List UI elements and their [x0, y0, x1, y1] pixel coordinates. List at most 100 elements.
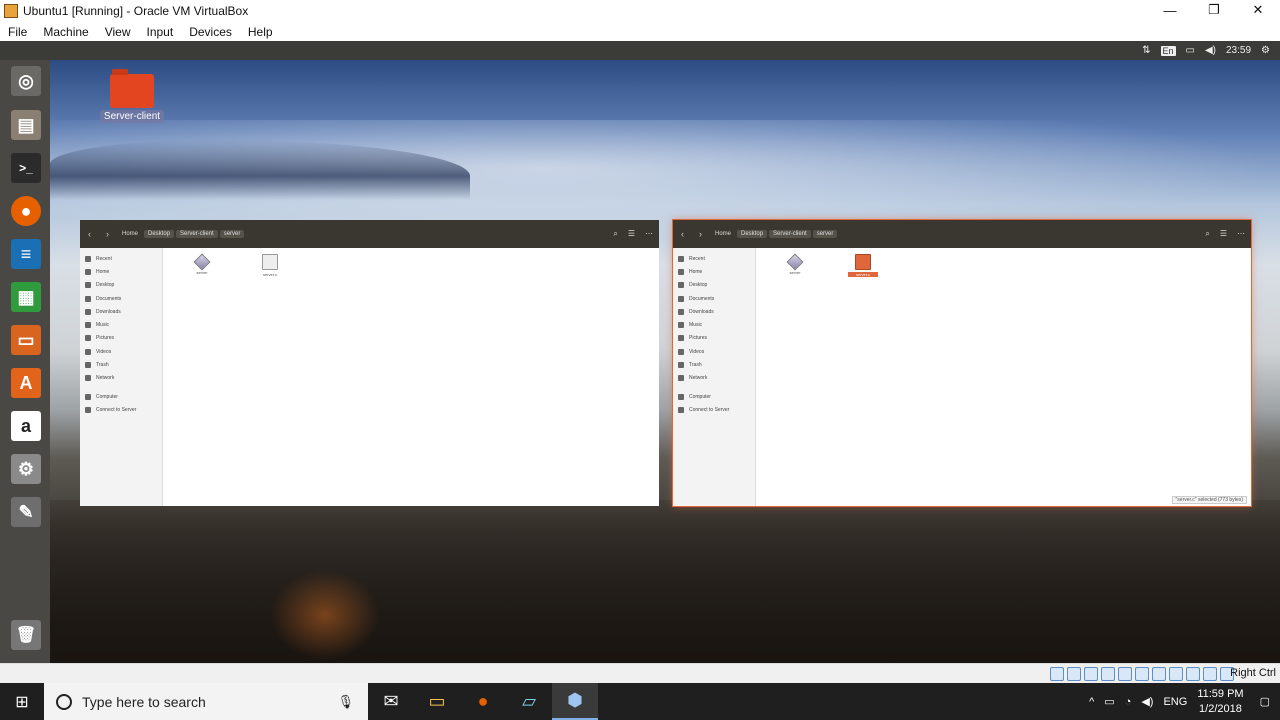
restore-button[interactable]: ❐ [1192, 0, 1236, 20]
sidebar-item-trash[interactable]: Trash [80, 358, 162, 371]
sidebar-item-videos[interactable]: Videos [673, 345, 755, 358]
virtualization-icon[interactable] [1186, 667, 1200, 681]
battery-icon[interactable]: ▭ [1104, 695, 1114, 708]
breadcrumb-home[interactable]: Home [118, 230, 142, 238]
launcher-settings[interactable]: ⚙ [8, 451, 44, 487]
show-hidden-icons-chevron[interactable]: ^ [1089, 696, 1094, 708]
launcher-terminal[interactable]: >_ [8, 150, 44, 186]
volume-icon[interactable]: ◀) [1141, 695, 1153, 708]
usb-icon[interactable] [1118, 667, 1132, 681]
launcher-files[interactable]: ▤ [8, 107, 44, 143]
breadcrumb-desktop[interactable]: Desktop [737, 230, 768, 238]
taskbar-mail[interactable]: ✉ [368, 683, 414, 720]
mouse-integration-icon[interactable] [1203, 667, 1217, 681]
launcher-writer[interactable]: ≡ [8, 236, 44, 272]
taskbar-search-box[interactable]: Type here to search 🎙 [44, 683, 368, 720]
volume-icon[interactable]: ◀) [1205, 45, 1216, 56]
taskbar-file-explorer[interactable]: ▭ [414, 683, 460, 720]
menu-machine[interactable]: Machine [35, 25, 96, 39]
launcher-impress[interactable]: ▭ [8, 322, 44, 358]
sidebar-item-network[interactable]: Network [80, 372, 162, 385]
sidebar-item-music[interactable]: Music [80, 318, 162, 331]
search-icon[interactable]: ⌕ [613, 229, 617, 239]
sidebar-item-downloads[interactable]: Downloads [80, 305, 162, 318]
close-button[interactable]: ✕ [1236, 0, 1280, 20]
system-settings-icon[interactable]: ⚙ [1261, 45, 1270, 56]
minimize-button[interactable]: — [1148, 0, 1192, 20]
video-capture-icon[interactable] [1169, 667, 1183, 681]
breadcrumb-server[interactable]: server [812, 230, 838, 238]
taskbar-firefox[interactable]: ● [460, 683, 506, 720]
forward-button[interactable]: › [106, 229, 116, 239]
sidebar-item-pictures[interactable]: Pictures [80, 332, 162, 345]
breadcrumb-server[interactable]: server [219, 230, 245, 238]
sidebar-item-downloads[interactable]: Downloads [673, 305, 755, 318]
sidebar-item-recent[interactable]: Recent [673, 252, 755, 265]
file-item[interactable]: server [780, 253, 810, 275]
sidebar-item-videos[interactable]: Videos [80, 345, 162, 358]
sidebar-item-documents[interactable]: Documents [80, 292, 162, 305]
list-view-icon[interactable]: ☰ [628, 229, 635, 239]
menu-file[interactable]: File [0, 25, 35, 39]
breadcrumb-desktop[interactable]: Desktop [144, 230, 175, 238]
sidebar-item-recent[interactable]: Recent [80, 252, 162, 265]
sidebar-item-computer[interactable]: Computer [673, 390, 755, 403]
sidebar-item-documents[interactable]: Documents [673, 292, 755, 305]
breadcrumb-server-client[interactable]: Server-client [769, 230, 811, 238]
menu-view[interactable]: View [97, 25, 139, 39]
breadcrumb-server-client[interactable]: Server-client [176, 230, 218, 238]
sidebar-item-desktop[interactable]: Desktop [80, 279, 162, 292]
launcher-firefox[interactable]: ● [8, 193, 44, 229]
sidebar-item-network[interactable]: Network [673, 372, 755, 385]
file-item[interactable]: server.c [255, 254, 285, 277]
battery-icon[interactable]: ▭ [1186, 45, 1195, 56]
file-item[interactable]: server [187, 253, 217, 275]
menu-input[interactable]: Input [139, 25, 182, 39]
guest-display[interactable]: ⇅ En ▭ ◀) 23:59 ⚙ ◎ ▤ >_ ● ≡ ▦ ▭ A a ⚙ ✎… [0, 41, 1280, 663]
input-language[interactable]: ENG [1163, 696, 1187, 708]
list-view-icon[interactable]: ☰ [1220, 229, 1227, 239]
sidebar-item-connect-to-server[interactable]: Connect to Server [673, 403, 755, 416]
sidebar-item-computer[interactable]: Computer [80, 390, 162, 403]
file-view[interactable]: server server.c [756, 248, 1251, 506]
menu-help[interactable]: Help [240, 25, 281, 39]
file-item-selected[interactable]: server.c [848, 254, 878, 277]
action-center-icon[interactable]: ▢ [1260, 695, 1270, 708]
taskbar-virtualbox[interactable]: ⬢ [552, 683, 598, 720]
audio-icon[interactable] [1084, 667, 1098, 681]
display-icon[interactable] [1152, 667, 1166, 681]
sidebar-item-music[interactable]: Music [673, 318, 755, 331]
menu-icon[interactable]: ⋯ [645, 229, 653, 239]
forward-button[interactable]: › [699, 229, 709, 239]
menu-icon[interactable]: ⋯ [1237, 229, 1245, 239]
launcher-dash[interactable]: ◎ [8, 63, 44, 99]
back-button[interactable]: ‹ [88, 229, 98, 239]
sidebar-item-pictures[interactable]: Pictures [673, 332, 755, 345]
launcher-calc[interactable]: ▦ [8, 279, 44, 315]
optical-drive-icon[interactable] [1067, 667, 1081, 681]
keyboard-layout-indicator[interactable]: En [1160, 45, 1176, 56]
start-button[interactable]: ⊞ [0, 683, 44, 720]
hard-disk-icon[interactable] [1050, 667, 1064, 681]
sidebar-item-home[interactable]: Home [673, 265, 755, 278]
launcher-text-editor[interactable]: ✎ [8, 494, 44, 530]
microphone-icon[interactable]: 🎙 [337, 694, 354, 710]
launcher-software[interactable]: A [8, 365, 44, 401]
back-button[interactable]: ‹ [681, 229, 691, 239]
taskbar-notes[interactable]: ▱ [506, 683, 552, 720]
breadcrumb-home[interactable]: Home [711, 230, 735, 238]
files-window-left[interactable]: ‹ › Home Desktop Server-client server ⌕ … [80, 220, 659, 506]
sidebar-item-desktop[interactable]: Desktop [673, 279, 755, 292]
launcher-trash[interactable]: 🗑 [8, 617, 44, 653]
wifi-icon[interactable]: ◔ [1125, 696, 1132, 708]
sidebar-item-home[interactable]: Home [80, 265, 162, 278]
files-window-right[interactable]: ‹ › Home Desktop Server-client server ⌕ … [673, 220, 1251, 506]
search-icon[interactable]: ⌕ [1205, 229, 1209, 239]
panel-clock[interactable]: 23:59 [1226, 45, 1251, 56]
file-view[interactable]: server server.c [163, 248, 659, 506]
network-adapter-icon[interactable] [1101, 667, 1115, 681]
sidebar-item-connect-to-server[interactable]: Connect to Server [80, 403, 162, 416]
desktop-folder-server-client[interactable]: Server-client [100, 69, 164, 123]
sidebar-item-trash[interactable]: Trash [673, 358, 755, 371]
taskbar-clock[interactable]: 11:59 PM 1/2/2018 [1197, 687, 1243, 717]
